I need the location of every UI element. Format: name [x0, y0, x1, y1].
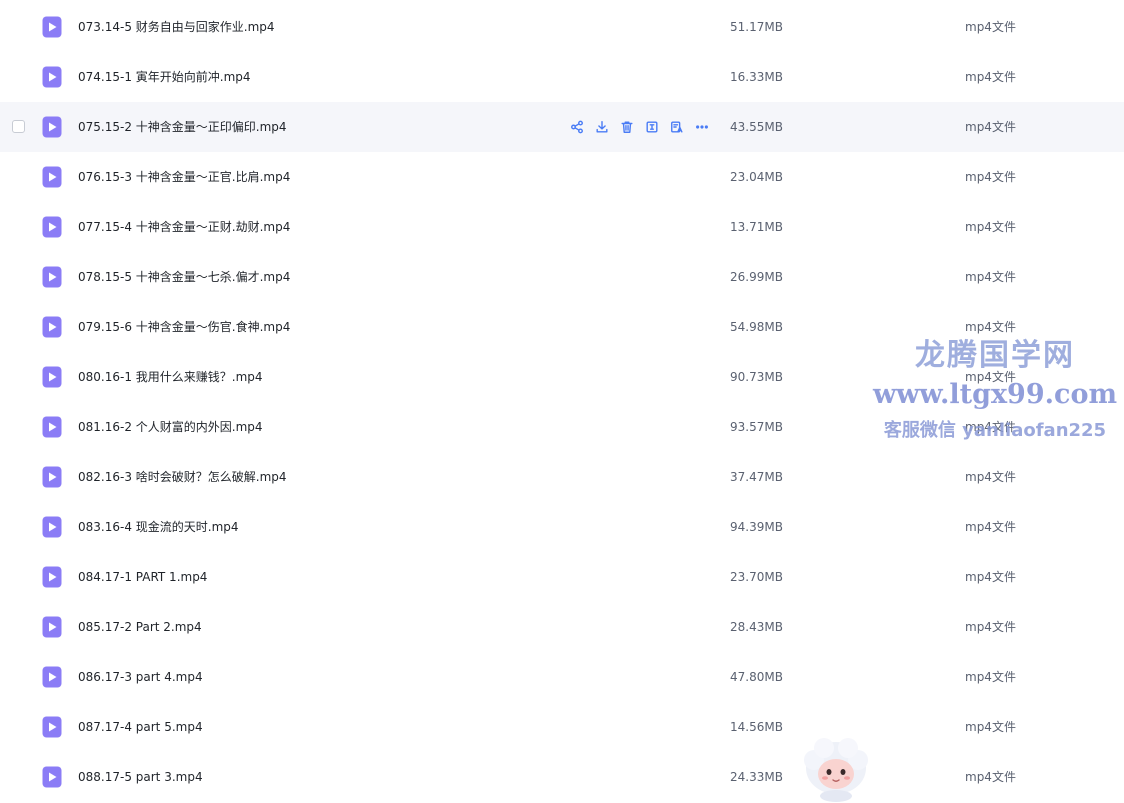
file-name[interactable]: 084.17-1 PART 1.mp4	[78, 552, 207, 602]
file-size: 16.33MB	[730, 70, 783, 84]
file-row[interactable]: 079.15-6 十神含金量～伤官.食神.mp4 54.98MB mp4文件	[0, 302, 1124, 352]
file-size: 13.71MB	[730, 220, 783, 234]
file-type: mp4文件	[965, 370, 1016, 384]
file-size: 90.73MB	[730, 370, 783, 384]
video-file-icon	[42, 316, 62, 338]
file-row[interactable]: 081.16-2 个人财富的内外因.mp4 93.57MB mp4文件	[0, 402, 1124, 452]
row-actions	[568, 118, 711, 136]
video-file-icon	[42, 366, 62, 388]
file-name[interactable]: 075.15-2 十神含金量～正印偏印.mp4	[78, 102, 287, 152]
file-size: 54.98MB	[730, 320, 783, 334]
share-icon[interactable]	[568, 118, 586, 136]
file-size: 23.70MB	[730, 570, 783, 584]
download-icon[interactable]	[593, 118, 611, 136]
file-type: mp4文件	[965, 670, 1016, 684]
video-file-icon	[42, 116, 62, 138]
rename-icon[interactable]	[643, 118, 661, 136]
file-row[interactable]: 086.17-3 part 4.mp4 47.80MB mp4文件	[0, 652, 1124, 702]
video-file-icon	[42, 716, 62, 738]
video-file-icon	[42, 266, 62, 288]
video-file-icon	[42, 766, 62, 788]
file-type: mp4文件	[965, 420, 1016, 434]
file-size: 24.33MB	[730, 770, 783, 784]
file-size: 94.39MB	[730, 520, 783, 534]
file-name[interactable]: 085.17-2 Part 2.mp4	[78, 602, 202, 652]
file-type: mp4文件	[965, 170, 1016, 184]
file-row[interactable]: 076.15-3 十神含金量～正官.比肩.mp4 23.04MB mp4文件	[0, 152, 1124, 202]
file-size: 93.57MB	[730, 420, 783, 434]
file-name[interactable]: 087.17-4 part 5.mp4	[78, 702, 203, 752]
file-name[interactable]: 076.15-3 十神含金量～正官.比肩.mp4	[78, 152, 290, 202]
file-type: mp4文件	[965, 520, 1016, 534]
file-size: 47.80MB	[730, 670, 783, 684]
file-type: mp4文件	[965, 720, 1016, 734]
file-name[interactable]: 078.15-5 十神含金量～七杀.偏才.mp4	[78, 252, 290, 302]
file-type: mp4文件	[965, 470, 1016, 484]
file-name[interactable]: 088.17-5 part 3.mp4	[78, 752, 203, 802]
file-row[interactable]: 087.17-4 part 5.mp4 14.56MB mp4文件	[0, 702, 1124, 752]
video-file-icon	[42, 666, 62, 688]
file-type: mp4文件	[965, 770, 1016, 784]
video-file-icon	[42, 616, 62, 638]
file-type: mp4文件	[965, 270, 1016, 284]
file-row[interactable]: 077.15-4 十神含金量～正财.劫财.mp4 13.71MB mp4文件	[0, 202, 1124, 252]
video-file-icon	[42, 516, 62, 538]
file-row[interactable]: 074.15-1 寅年开始向前冲.mp4 16.33MB mp4文件	[0, 52, 1124, 102]
file-name[interactable]: 073.14-5 财务自由与回家作业.mp4	[78, 2, 275, 52]
file-name[interactable]: 074.15-1 寅年开始向前冲.mp4	[78, 52, 251, 102]
file-size: 14.56MB	[730, 720, 783, 734]
video-file-icon	[42, 466, 62, 488]
file-name[interactable]: 080.16-1 我用什么来赚钱？.mp4	[78, 352, 263, 402]
file-row[interactable]: 078.15-5 十神含金量～七杀.偏才.mp4 26.99MB mp4文件	[0, 252, 1124, 302]
file-type: mp4文件	[965, 570, 1016, 584]
file-name[interactable]: 077.15-4 十神含金量～正财.劫财.mp4	[78, 202, 290, 252]
video-file-icon	[42, 566, 62, 588]
file-row[interactable]: 073.14-5 财务自由与回家作业.mp4 51.17MB mp4文件	[0, 2, 1124, 52]
file-row[interactable]: 082.16-3 啥时会破财？怎么破解.mp4 37.47MB mp4文件	[0, 452, 1124, 502]
file-size: 51.17MB	[730, 20, 783, 34]
video-file-icon	[42, 166, 62, 188]
file-type: mp4文件	[965, 120, 1016, 134]
file-row[interactable]: 083.16-4 现金流的天时.mp4 94.39MB mp4文件	[0, 502, 1124, 552]
file-type: mp4文件	[965, 70, 1016, 84]
file-list: 073.14-5 财务自由与回家作业.mp4 51.17MB mp4文件 074…	[0, 2, 1124, 802]
video-file-icon	[42, 66, 62, 88]
file-size: 43.55MB	[730, 120, 783, 134]
file-row-hovered[interactable]: 075.15-2 十神含金量～正印偏印.mp4 43.55MB mp4文件	[0, 102, 1124, 152]
file-name[interactable]: 086.17-3 part 4.mp4	[78, 652, 203, 702]
video-file-icon	[42, 416, 62, 438]
file-row[interactable]: 080.16-1 我用什么来赚钱？.mp4 90.73MB mp4文件	[0, 352, 1124, 402]
file-name[interactable]: 083.16-4 现金流的天时.mp4	[78, 502, 239, 552]
video-file-icon	[42, 216, 62, 238]
file-size: 23.04MB	[730, 170, 783, 184]
file-name[interactable]: 082.16-3 啥时会破财？怎么破解.mp4	[78, 452, 287, 502]
file-type: mp4文件	[965, 620, 1016, 634]
video-file-icon	[42, 16, 62, 38]
assistant-mascot-icon[interactable]	[800, 738, 872, 803]
file-row[interactable]: 084.17-1 PART 1.mp4 23.70MB mp4文件	[0, 552, 1124, 602]
file-size: 26.99MB	[730, 270, 783, 284]
file-type: mp4文件	[965, 220, 1016, 234]
more-icon[interactable]	[693, 118, 711, 136]
file-type: mp4文件	[965, 320, 1016, 334]
file-size: 28.43MB	[730, 620, 783, 634]
delete-icon[interactable]	[618, 118, 636, 136]
file-name[interactable]: 081.16-2 个人财富的内外因.mp4	[78, 402, 263, 452]
file-type: mp4文件	[965, 20, 1016, 34]
file-size: 37.47MB	[730, 470, 783, 484]
file-name[interactable]: 079.15-6 十神含金量～伤官.食神.mp4	[78, 302, 290, 352]
row-checkbox[interactable]	[12, 120, 25, 133]
file-row[interactable]: 088.17-5 part 3.mp4 24.33MB mp4文件	[0, 752, 1124, 802]
file-row[interactable]: 085.17-2 Part 2.mp4 28.43MB mp4文件	[0, 602, 1124, 652]
more-tools-icon[interactable]	[668, 118, 686, 136]
